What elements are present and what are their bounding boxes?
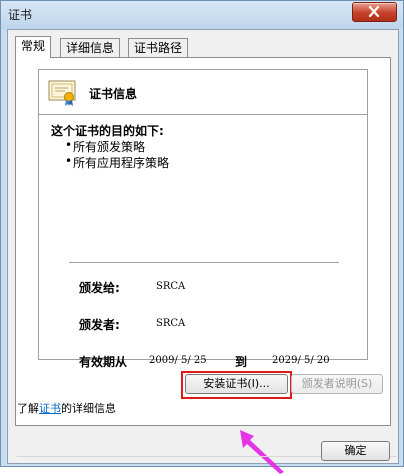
purpose-item: 所有应用程序策略: [65, 154, 169, 171]
ok-button[interactable]: 确定: [321, 441, 390, 461]
window-title: 证书: [8, 8, 33, 22]
divider: [39, 114, 367, 115]
close-icon: [368, 6, 380, 17]
tab-general[interactable]: 常规: [15, 36, 52, 58]
issued-to-label: 颁发给:: [79, 281, 120, 295]
issued-by-label: 颁发者:: [79, 318, 120, 332]
dialog-body: 常规 详细信息 证书路径 证书信息 这个证书的目的如下: 所有颁发策略 所有应用…: [7, 29, 399, 474]
certificate-heading: 证书信息: [89, 87, 138, 101]
divider: [69, 262, 339, 263]
close-button[interactable]: [352, 2, 397, 22]
learn-prefix: 了解: [17, 402, 39, 415]
valid-to-label: 到: [235, 355, 248, 369]
tab-cert-path[interactable]: 证书路径: [128, 38, 189, 57]
highlight-box: [181, 371, 292, 399]
purpose-item: 所有颁发策略: [65, 138, 145, 155]
certificate-icon: [48, 80, 76, 106]
title-bar: 证书: [1, 1, 403, 29]
purpose-title: 这个证书的目的如下:: [51, 124, 164, 138]
learn-more-text: 了解证书的详细信息: [17, 400, 116, 416]
valid-from-value: 2009/ 5/ 25: [149, 355, 207, 366]
issued-by-value: SRCA: [156, 318, 186, 329]
valid-to-value: 2029/ 5/ 20: [272, 355, 330, 366]
certificate-info-box: 证书信息 这个证书的目的如下: 所有颁发策略 所有应用程序策略 颁发给: SRC…: [38, 69, 368, 369]
valid-from-label: 有效期从: [79, 355, 128, 369]
issuer-statement-button[interactable]: 颁发者说明(S): [291, 374, 383, 394]
arrow-annotation-icon: [240, 430, 284, 474]
tab-details[interactable]: 详细信息: [60, 38, 121, 57]
issued-to-value: SRCA: [156, 281, 186, 292]
certificate-dialog: 证书 常规 详细信息 证书路径 证书信息 这个证书的目的如下: • 所有颁发策略…: [0, 0, 404, 474]
learn-suffix: 的详细信息: [61, 402, 116, 415]
certificate-link[interactable]: 证书: [39, 402, 61, 415]
